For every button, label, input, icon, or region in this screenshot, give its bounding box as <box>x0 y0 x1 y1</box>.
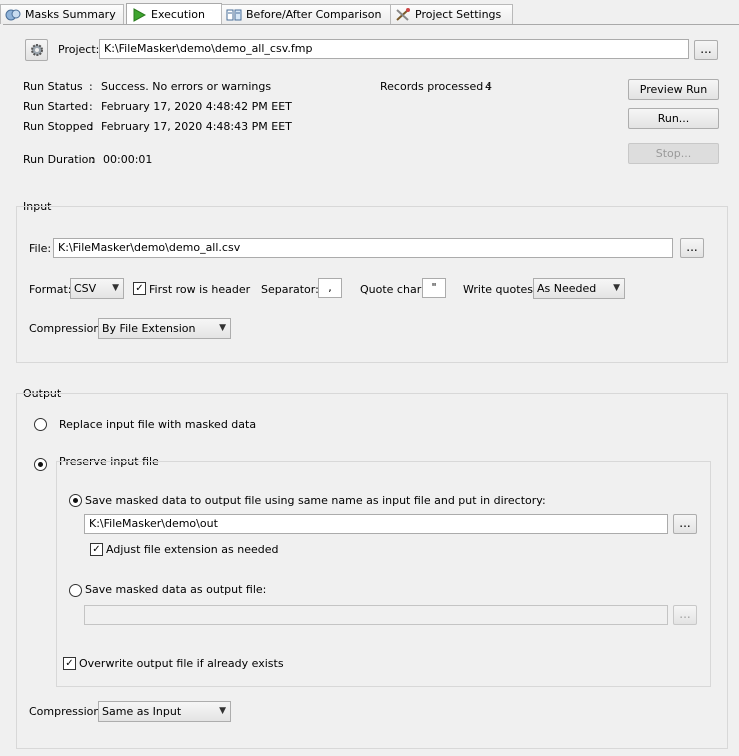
project-settings-button[interactable] <box>25 39 48 61</box>
separator-label: Separator: <box>261 283 319 296</box>
input-file-label: File: <box>29 242 52 255</box>
tab-bar: Masks Summary Execution Before/After Com… <box>0 0 739 25</box>
tab-label: Execution <box>151 8 205 21</box>
stop-button[interactable]: Stop... <box>628 143 719 164</box>
output-file-field[interactable] <box>84 605 668 625</box>
adjust-extension-label: Adjust file extension as needed <box>106 543 279 556</box>
overwrite-output-label: Overwrite output file if already exists <box>79 657 284 670</box>
save-as-output-label: Save masked data as output file: <box>85 583 267 596</box>
same-name-output-radio[interactable] <box>69 494 82 507</box>
write-quotes-select[interactable]: As Needed ▼ <box>533 278 625 299</box>
chevron-down-icon: ▼ <box>219 323 226 333</box>
run-stopped-value: February 17, 2020 4:48:43 PM EET <box>101 120 292 133</box>
input-compression-label: Compression: <box>29 322 105 335</box>
input-file-field[interactable]: K:\FileMasker\demo\demo_all.csv <box>53 238 673 258</box>
tab-project-settings[interactable]: Project Settings <box>390 4 513 24</box>
run-status-value: Success. No errors or warnings <box>101 80 272 93</box>
tab-label: Project Settings <box>415 8 502 21</box>
run-duration-label: Run Duration <box>23 153 96 166</box>
records-processed-label: Records processed : <box>380 80 491 93</box>
write-quotes-select-value: As Needed <box>537 282 597 295</box>
run-duration-value: 00:00:01 <box>103 153 153 166</box>
chevron-down-icon: ▼ <box>613 283 620 293</box>
quote-char-field[interactable]: " <box>422 278 446 298</box>
run-button[interactable]: Run... <box>628 108 719 129</box>
comparison-icon <box>226 8 242 22</box>
tab-execution[interactable]: Execution <box>126 3 222 25</box>
play-icon <box>131 7 147 22</box>
format-select-value: CSV <box>74 282 97 295</box>
replace-input-radio[interactable] <box>34 418 47 431</box>
input-compression-select[interactable]: By File Extension ▼ <box>98 318 231 339</box>
quote-char-label: Quote char: <box>360 283 425 296</box>
tab-label: Before/After Comparison <box>246 8 382 21</box>
masks-summary-icon <box>5 8 21 22</box>
format-label: Format: <box>29 283 72 296</box>
overwrite-output-checkbox[interactable]: ✓ <box>63 657 76 670</box>
records-processed-value: 4 <box>485 80 492 93</box>
save-as-output-radio[interactable] <box>69 584 82 597</box>
project-label: Project: <box>58 43 100 56</box>
first-row-header-checkbox[interactable]: ✓ <box>133 282 146 295</box>
input-file-browse-button[interactable]: ... <box>680 238 704 258</box>
adjust-extension-checkbox[interactable]: ✓ <box>90 543 103 556</box>
output-directory-field[interactable]: K:\FileMasker\demo\out <box>84 514 668 534</box>
execution-panel: Project: K:\FileMasker\demo\demo_all_csv… <box>3 24 739 756</box>
output-compression-select-value: Same as Input <box>102 705 182 718</box>
preserve-input-radio[interactable] <box>34 458 47 471</box>
format-select[interactable]: CSV ▼ <box>70 278 124 299</box>
input-compression-select-value: By File Extension <box>102 322 196 335</box>
replace-input-label: Replace input file with masked data <box>59 418 257 431</box>
output-directory-browse-button[interactable]: ... <box>673 514 697 534</box>
output-compression-select[interactable]: Same as Input ▼ <box>98 701 231 722</box>
run-started-label: Run Started <box>23 100 89 113</box>
same-name-output-label: Save masked data to output file using sa… <box>85 494 546 507</box>
run-status-label: Run Status <box>23 80 83 93</box>
first-row-header-label: First row is header <box>149 283 251 296</box>
project-path-field[interactable]: K:\FileMasker\demo\demo_all_csv.fmp <box>99 39 689 59</box>
colon: : <box>89 80 93 93</box>
chevron-down-icon: ▼ <box>219 706 226 716</box>
colon: : <box>91 153 95 166</box>
tab-label: Masks Summary <box>25 8 116 21</box>
run-stopped-label: Run Stopped <box>23 120 94 133</box>
run-started-value: February 17, 2020 4:48:42 PM EET <box>101 100 292 113</box>
tools-icon <box>395 7 411 22</box>
colon: : <box>89 100 93 113</box>
output-compression-label: Compression: <box>29 705 105 718</box>
output-file-browse-button[interactable]: ... <box>673 605 697 625</box>
colon: : <box>89 120 93 133</box>
tab-before-after-comparison[interactable]: Before/After Comparison <box>221 4 391 24</box>
chevron-down-icon: ▼ <box>112 283 119 293</box>
project-browse-button[interactable]: ... <box>694 40 718 60</box>
preview-run-button[interactable]: Preview Run <box>628 79 719 100</box>
write-quotes-label: Write quotes: <box>463 283 537 296</box>
gear-icon <box>29 42 45 64</box>
tab-masks-summary[interactable]: Masks Summary <box>0 4 124 24</box>
separator-field[interactable]: , <box>318 278 342 298</box>
